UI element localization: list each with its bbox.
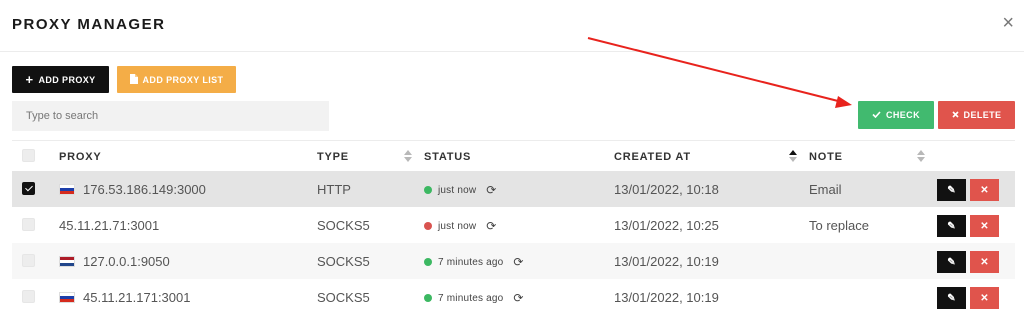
proxy-address: 45.11.21.71:3001 <box>59 218 160 233</box>
check-label: CHECK <box>885 110 920 120</box>
table-row[interactable]: 127.0.0.1:9050 SOCKS5 7 minutes ago ⟳ 13… <box>12 243 1015 279</box>
sort-created-at-icon[interactable] <box>789 150 797 162</box>
created-at: 13/01/2022, 10:19 <box>614 254 719 269</box>
status-text: just now <box>438 184 477 196</box>
edit-button[interactable]: ✎ <box>937 287 966 309</box>
add-proxy-list-button[interactable]: ADD PROXY LIST <box>117 66 236 93</box>
status-dot-icon <box>424 258 432 266</box>
pencil-icon: ✎ <box>947 220 956 232</box>
column-status[interactable]: STATUS <box>424 151 471 163</box>
table-header: PROXY TYPE STATUS CREATED AT NOTE <box>12 140 1015 171</box>
refresh-icon[interactable]: ⟳ <box>513 255 523 269</box>
sort-note-icon[interactable] <box>917 150 925 162</box>
column-proxy[interactable]: PROXY <box>59 151 102 163</box>
modal-header: PROXY MANAGER × <box>0 0 1024 52</box>
row-checkbox[interactable] <box>22 182 35 195</box>
status-dot-icon <box>424 222 432 230</box>
pencil-icon: ✎ <box>947 256 956 268</box>
modal-title: PROXY MANAGER <box>12 16 166 33</box>
add-proxy-label: ADD PROXY <box>38 74 96 85</box>
table-body: 176.53.186.149:3000 HTTP just now ⟳ 13/0… <box>12 171 1015 315</box>
proxy-type: SOCKS5 <box>317 218 370 233</box>
pencil-icon: ✎ <box>947 292 956 304</box>
proxy-address: 127.0.0.1:9050 <box>83 254 170 269</box>
edit-button[interactable]: ✎ <box>937 251 966 273</box>
note: To replace <box>809 218 869 233</box>
row-checkbox[interactable] <box>22 218 35 231</box>
edit-button[interactable]: ✎ <box>937 215 966 237</box>
status-cell: 7 minutes ago ⟳ <box>424 255 524 269</box>
table-row[interactable]: 45.11.21.71:3001 SOCKS5 just now ⟳ 13/01… <box>12 207 1015 243</box>
created-at: 13/01/2022, 10:19 <box>614 290 719 305</box>
column-created-at[interactable]: CREATED AT <box>614 151 691 163</box>
check-button[interactable]: CHECK <box>858 101 934 129</box>
file-icon <box>129 73 138 86</box>
search-input[interactable] <box>12 101 329 131</box>
flag-icon <box>59 256 75 267</box>
x-icon: ✕ <box>980 292 989 304</box>
flag-icon <box>59 292 75 303</box>
row-delete-button[interactable]: ✕ <box>970 287 999 309</box>
row-delete-button[interactable]: ✕ <box>970 215 999 237</box>
delete-button[interactable]: DELETE <box>938 101 1015 129</box>
status-dot-icon <box>424 186 432 194</box>
x-icon <box>951 110 959 120</box>
created-at: 13/01/2022, 10:25 <box>614 218 719 233</box>
table-row[interactable]: 176.53.186.149:3000 HTTP just now ⟳ 13/0… <box>12 171 1015 207</box>
created-at: 13/01/2022, 10:18 <box>614 182 719 197</box>
status-dot-icon <box>424 294 432 302</box>
row-delete-button[interactable]: ✕ <box>970 251 999 273</box>
status-text: just now <box>438 220 477 232</box>
column-note[interactable]: NOTE <box>809 151 843 163</box>
plus-icon: + <box>25 71 34 87</box>
pencil-icon: ✎ <box>947 184 956 196</box>
status-cell: just now ⟳ <box>424 183 497 197</box>
proxy-type: SOCKS5 <box>317 290 370 305</box>
check-icon <box>872 110 881 120</box>
close-icon[interactable]: × <box>1002 13 1014 33</box>
column-type[interactable]: TYPE <box>317 151 349 163</box>
status-cell: just now ⟳ <box>424 219 497 233</box>
refresh-icon[interactable]: ⟳ <box>486 219 496 233</box>
x-icon: ✕ <box>980 256 989 268</box>
x-icon: ✕ <box>980 220 989 232</box>
delete-label: DELETE <box>963 110 1002 120</box>
row-delete-button[interactable]: ✕ <box>970 179 999 201</box>
refresh-icon[interactable]: ⟳ <box>513 291 523 305</box>
refresh-icon[interactable]: ⟳ <box>486 183 496 197</box>
proxy-type: SOCKS5 <box>317 254 370 269</box>
add-proxy-list-label: ADD PROXY LIST <box>142 74 224 85</box>
flag-icon <box>59 184 75 195</box>
proxy-type: HTTP <box>317 182 351 197</box>
proxy-table: PROXY TYPE STATUS CREATED AT NOTE 176.53… <box>12 140 1015 315</box>
select-all-checkbox[interactable] <box>22 149 35 162</box>
table-row[interactable]: 45.11.21.171:3001 SOCKS5 7 minutes ago ⟳… <box>12 279 1015 315</box>
x-icon: ✕ <box>980 184 989 196</box>
row-checkbox[interactable] <box>22 290 35 303</box>
status-cell: 7 minutes ago ⟳ <box>424 291 524 305</box>
add-proxy-button[interactable]: + ADD PROXY <box>12 66 109 93</box>
sort-type-icon[interactable] <box>404 150 412 162</box>
status-text: 7 minutes ago <box>438 292 504 304</box>
edit-button[interactable]: ✎ <box>937 179 966 201</box>
note: Email <box>809 182 842 197</box>
proxy-address: 176.53.186.149:3000 <box>83 182 206 197</box>
proxy-address: 45.11.21.171:3001 <box>83 290 191 305</box>
row-checkbox[interactable] <box>22 254 35 267</box>
status-text: 7 minutes ago <box>438 256 504 268</box>
